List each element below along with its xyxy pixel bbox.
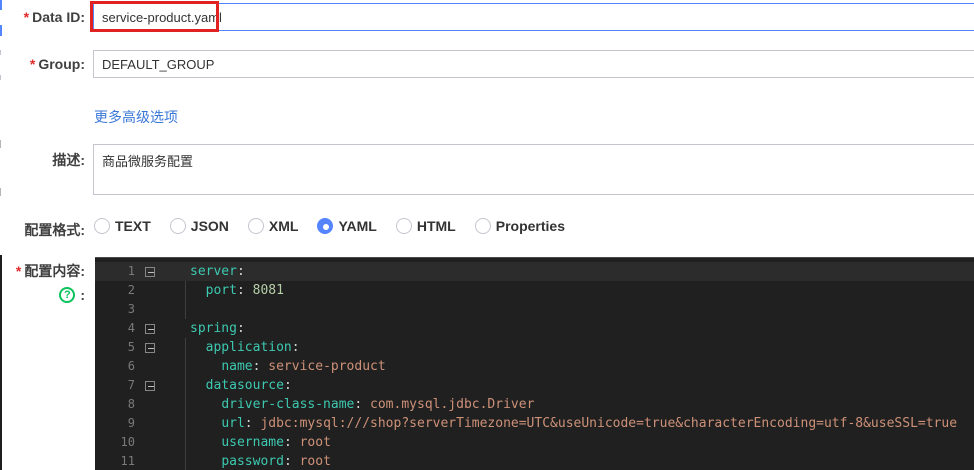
editor-line[interactable]: 7 datasource:: [95, 376, 974, 395]
radio-label: Properties: [495, 218, 565, 234]
fold-column: [141, 262, 159, 281]
radio-circle-icon[interactable]: [474, 218, 491, 234]
editor-line[interactable]: 1 server:: [95, 262, 974, 281]
fold-collapse-icon[interactable]: [145, 266, 155, 277]
editor-line[interactable]: 10 username: root: [95, 433, 974, 452]
line-number: 5: [127, 340, 135, 354]
code-text: name: service-product: [159, 357, 974, 376]
fold-column: [141, 376, 159, 395]
indent-guide: [185, 414, 186, 433]
indent-guide: [185, 452, 186, 470]
nacos-config-form: *Data ID: *Group: 更多高级选项 描述: 商品微服务配置 配置格…: [0, 0, 974, 470]
editor-line[interactable]: 2 port: 8081: [95, 281, 974, 300]
format-radio-yaml[interactable]: YAML: [317, 218, 377, 234]
fold-column: [141, 338, 159, 357]
fold-collapse-icon[interactable]: [145, 323, 155, 334]
code-text: datasource:: [159, 376, 974, 395]
radio-circle-icon[interactable]: [395, 218, 412, 234]
line-number: 2: [127, 283, 135, 297]
radio-circle-icon[interactable]: [317, 218, 334, 234]
radio-label: JSON: [190, 218, 229, 234]
code-text: spring:: [190, 321, 245, 336]
left-edge-artifact: [0, 188, 1, 196]
code-text: username: root: [159, 433, 974, 452]
radio-label: TEXT: [115, 218, 151, 234]
indent-guide: [185, 433, 186, 452]
required-asterisk: *: [29, 56, 36, 72]
editor-line[interactable]: 3: [95, 300, 974, 319]
line-number: 11: [120, 454, 135, 468]
editor-line[interactable]: 6 name: service-product: [95, 357, 974, 376]
line-number: 10: [120, 435, 135, 449]
content-help-row: ? :: [0, 287, 85, 303]
line-number: 7: [127, 378, 135, 392]
left-edge-artifact: [0, 50, 1, 55]
group-input[interactable]: [93, 50, 974, 78]
left-edge-artifact: [0, 25, 2, 36]
line-number: 9: [127, 416, 135, 430]
help-icon[interactable]: ?: [59, 287, 76, 303]
fold-collapse-icon[interactable]: [145, 342, 155, 353]
fold-column: [141, 433, 159, 452]
editor-line[interactable]: 5 application:: [95, 338, 974, 357]
indent-guide: [185, 376, 186, 395]
format-label: 配置格式:: [24, 222, 85, 238]
data-id-input[interactable]: [93, 3, 974, 31]
fold-collapse-icon[interactable]: [145, 380, 155, 391]
description-label: 描述:: [52, 152, 85, 168]
group-label: * Group:: [29, 56, 85, 72]
editor-line[interactable]: 8 driver-class-name: com.mysql.jdbc.Driv…: [95, 395, 974, 414]
radio-circle-icon[interactable]: [169, 218, 186, 234]
line-number: 3: [127, 302, 135, 316]
indent-guide: [185, 281, 186, 300]
code-text: driver-class-name: com.mysql.jdbc.Driver: [159, 395, 974, 414]
line-number: 8: [127, 397, 135, 411]
format-radio-text[interactable]: TEXT: [94, 218, 151, 234]
code-text: server:: [190, 264, 245, 279]
radio-circle-icon[interactable]: [94, 218, 110, 234]
advanced-options-link[interactable]: 更多高级选项: [94, 107, 178, 127]
config-content-editor[interactable]: 1 server: 2 port: 8081 3 4 spring: 5 applicati…: [95, 257, 974, 470]
radio-label: YAML: [338, 218, 377, 234]
code-text: [159, 300, 974, 319]
code-text: application:: [159, 338, 974, 357]
description-textarea[interactable]: 商品微服务配置: [93, 144, 974, 195]
line-number: 4: [127, 321, 135, 335]
editor-line[interactable]: 4 spring:: [95, 319, 974, 338]
required-asterisk: *: [23, 9, 30, 25]
editor-line[interactable]: 11 password: root: [95, 452, 974, 470]
indent-guide: [185, 338, 186, 357]
editor-line[interactable]: 9 url: jdbc:mysql:///shop?serverTimezone…: [95, 414, 974, 433]
data-id-label: * Data ID:: [23, 9, 85, 25]
fold-column: [141, 319, 159, 338]
fold-column: [141, 357, 159, 376]
fold-column: [141, 452, 159, 470]
content-label: * 配置内容:: [15, 263, 85, 279]
indent-guide: [185, 357, 186, 376]
fold-column: [141, 414, 159, 433]
help-colon: :: [80, 287, 85, 303]
fold-column: [141, 281, 159, 300]
format-radio-html[interactable]: HTML: [395, 218, 456, 234]
indent-guide: [185, 395, 186, 414]
format-radio-group: TEXT JSON XML YAML HTML Properties: [94, 218, 565, 234]
format-radio-xml[interactable]: XML: [247, 218, 299, 234]
fold-column: [141, 300, 159, 319]
code-text: password: root: [159, 452, 974, 470]
radio-label: XML: [268, 218, 299, 234]
code-text: url: jdbc:mysql:///shop?serverTimezone=U…: [159, 414, 974, 433]
required-asterisk: *: [15, 263, 22, 279]
indent-guide: [185, 300, 186, 319]
line-number: 6: [127, 359, 135, 373]
left-edge-artifact: [0, 75, 1, 80]
format-radio-properties[interactable]: Properties: [474, 218, 565, 234]
radio-label: HTML: [416, 218, 456, 234]
fold-column: [141, 395, 159, 414]
code-text: port: 8081: [159, 281, 974, 300]
left-edge-artifact: [0, 140, 1, 148]
radio-circle-icon[interactable]: [247, 218, 264, 234]
format-radio-json[interactable]: JSON: [169, 218, 229, 234]
line-number: 1: [127, 264, 135, 278]
